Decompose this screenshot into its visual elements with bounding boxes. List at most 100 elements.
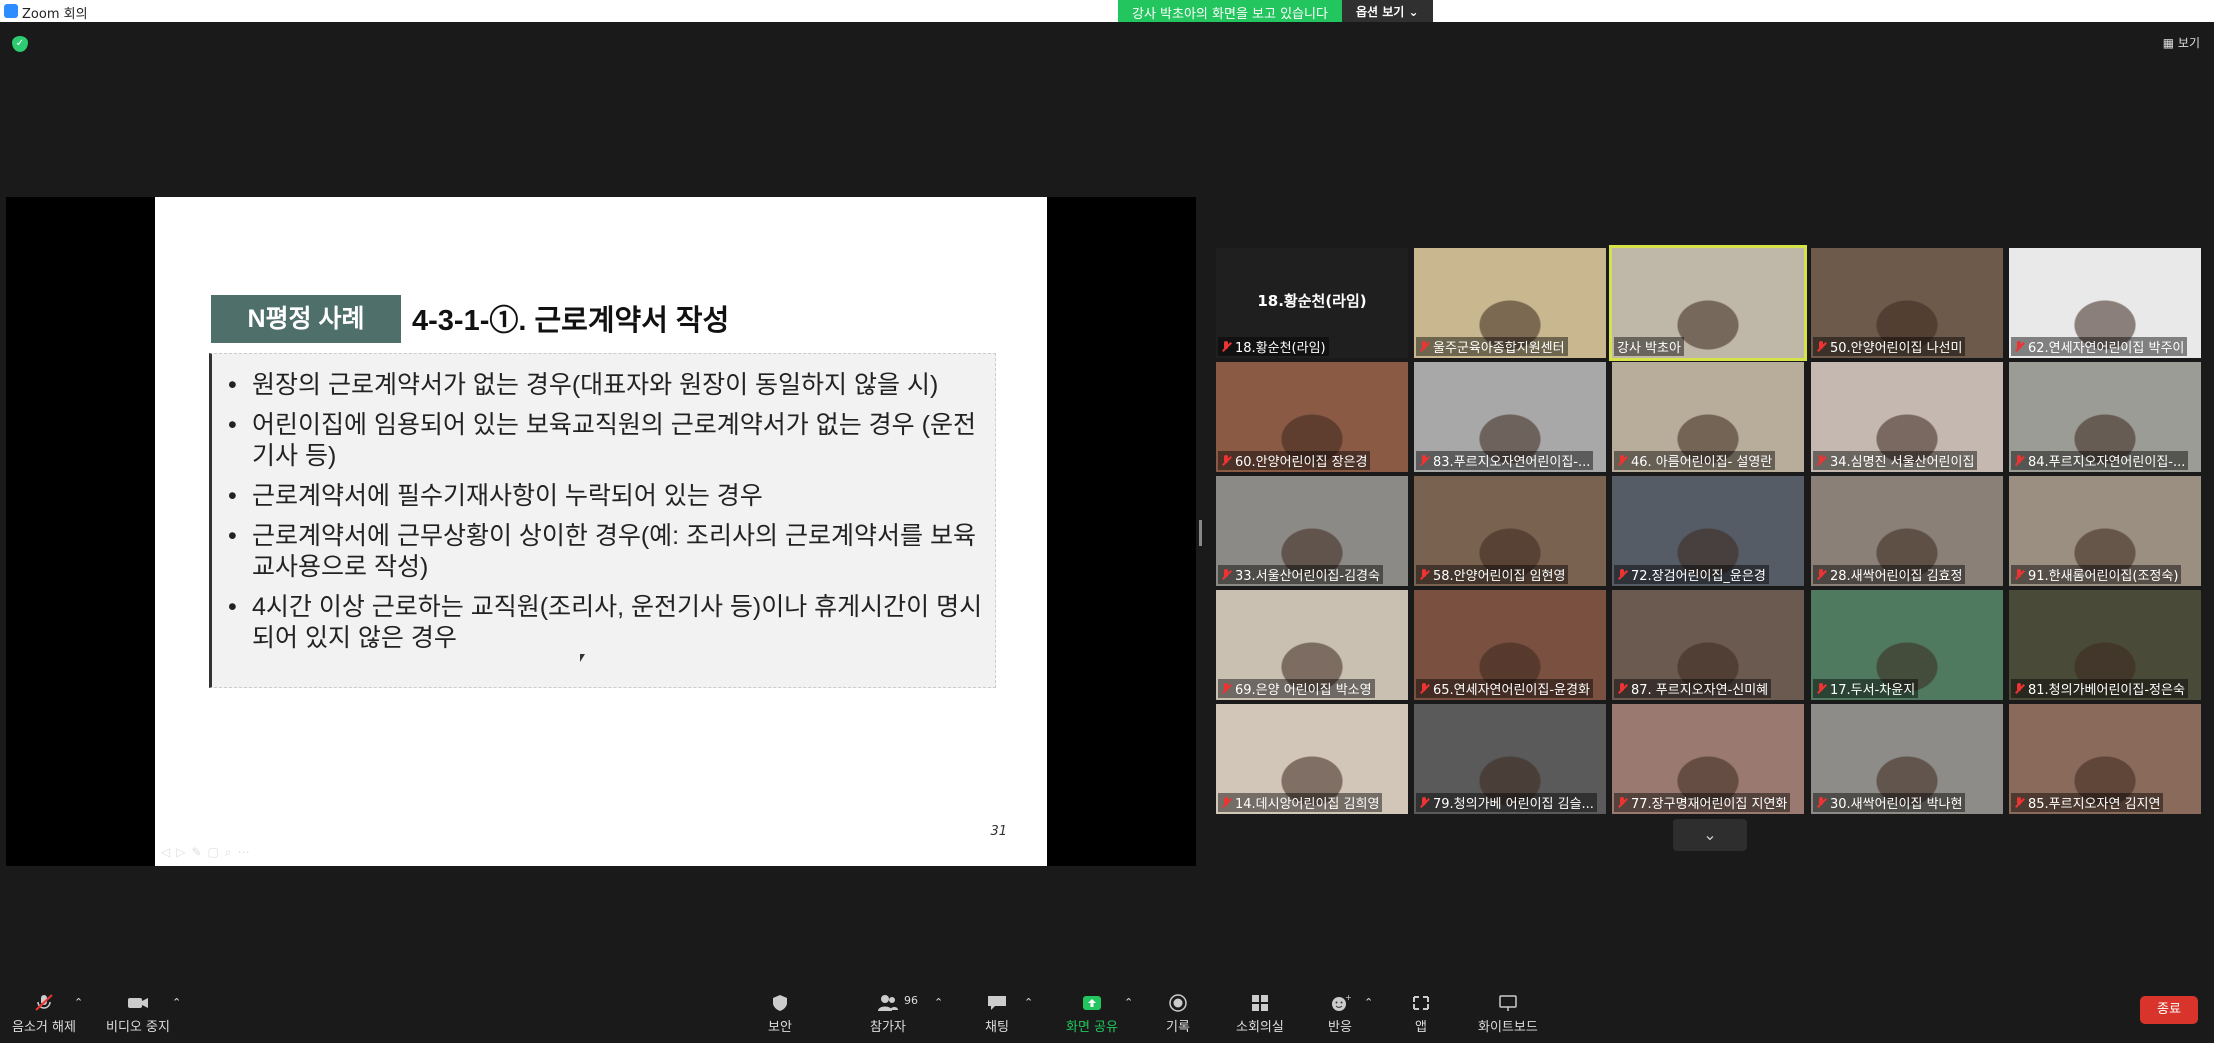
muted-mic-icon <box>1816 568 1826 581</box>
participant-video-tile[interactable]: 60.안양어린이집 장은경 <box>1216 362 1408 472</box>
reactions-label: 반응 <box>1328 1020 1352 1035</box>
participant-center-name: 18.황순천(라임) <box>1257 292 1367 310</box>
participant-video-tile[interactable]: 79.청의가베 어린이집 김슬... <box>1414 704 1606 814</box>
window-title: Zoom 회의 <box>22 7 88 22</box>
participant-video-tile[interactable]: 83.푸르지오자연어린이집-... <box>1414 362 1606 472</box>
participant-video-tile[interactable]: 33.서울산어린이집-김경숙 <box>1216 476 1408 586</box>
reactions-options-caret-icon[interactable]: ⌃ <box>1364 996 1373 1009</box>
participant-video-tile[interactable]: 58.안양어린이집 임현영 <box>1414 476 1606 586</box>
muted-mic-icon <box>2014 682 2024 695</box>
participant-name: 69.은양 어린이집 박소영 <box>1235 683 1372 698</box>
participant-name: 65.연세자연어린이집-윤경화 <box>1433 683 1590 698</box>
muted-mic-icon <box>1221 340 1231 353</box>
participant-video-tile[interactable]: 65.연세자연어린이집-윤경화 <box>1414 590 1606 700</box>
audio-options-caret-icon[interactable]: ⌃ <box>74 996 83 1009</box>
unmute-button[interactable]: 음소거 해제 <box>12 994 76 1035</box>
breakout-rooms-button[interactable]: 소회의실 <box>1236 994 1284 1035</box>
view-button[interactable]: ▦ 보기 <box>2163 34 2200 51</box>
muted-mic-icon <box>2014 340 2024 353</box>
video-options-caret-icon[interactable]: ⌃ <box>172 996 181 1009</box>
participant-name: 46. 아름어린이집- 설영란 <box>1631 455 1773 470</box>
breakout-rooms-label: 소회의실 <box>1236 1020 1284 1035</box>
view-button-label: 보기 <box>2177 36 2200 50</box>
stop-video-label: 비디오 중지 <box>106 1020 170 1035</box>
stop-video-button[interactable]: 비디오 중지 <box>106 994 170 1035</box>
participant-name: 85.푸르지오자연 김지연 <box>2028 797 2161 812</box>
share-options-caret-icon[interactable]: ⌃ <box>1124 996 1133 1009</box>
whiteboard-icon <box>1497 994 1519 1012</box>
participant-name-label: 81.청의가베어린이집-정은숙 <box>2011 679 2188 698</box>
slide-controls[interactable]: ◁▷✎▢⌕⋯ <box>161 845 256 860</box>
chat-button[interactable]: 채팅 <box>985 994 1009 1035</box>
muted-mic-icon <box>1419 568 1429 581</box>
participant-name: 50.안양어린이집 나선미 <box>1830 341 1963 356</box>
share-banner: 강사 박초아의 화면을 보고 있습니다 옵션 보기 ⌄ <box>1118 0 1433 22</box>
record-button[interactable]: 기록 <box>1166 994 1190 1035</box>
participant-name-label: 85.푸르지오자연 김지연 <box>2011 793 2164 812</box>
participant-name-label: 울주군육아종합지원센터 <box>1416 337 1568 356</box>
svg-text:+: + <box>1345 994 1351 1002</box>
participant-video-tile[interactable]: 46. 아름어린이집- 설영란 <box>1612 362 1804 472</box>
participant-name-label: 18.황순천(라임) <box>1218 337 1329 356</box>
participant-video-tile[interactable]: 울주군육아종합지원센터 <box>1414 248 1606 358</box>
participant-name: 72.장검어린이집_윤은경 <box>1631 569 1766 584</box>
participants-options-caret-icon[interactable]: ⌃ <box>934 996 943 1009</box>
more-participants-chevron-icon[interactable]: ⌄ <box>1673 819 1747 851</box>
slide-bullet: 4시간 이상 근로하는 교직원(조리사, 운전기사 등)이나 휴게시간이 명시되… <box>224 592 983 654</box>
participant-video-tile[interactable]: 17.두서-차윤지 <box>1811 590 2003 700</box>
participant-video-tile[interactable]: 18.황순천(라임) 18.황순천(라임) <box>1216 248 1408 358</box>
view-options-button[interactable]: 옵션 보기 ⌄ <box>1341 0 1433 22</box>
participant-video-tile[interactable]: 72.장검어린이집_윤은경 <box>1612 476 1804 586</box>
muted-mic-icon <box>1816 682 1826 695</box>
participant-name-label: 87. 푸르지오자연-신미혜 <box>1614 679 1772 698</box>
participant-name: 17.두서-차윤지 <box>1830 683 1916 698</box>
participants-button[interactable]: 참가자 <box>870 994 906 1035</box>
panel-splitter-handle[interactable] <box>1199 520 1202 546</box>
participant-name-label: 50.안양어린이집 나선미 <box>1813 337 1966 356</box>
participant-name: 14.데시앙어린이집 김희영 <box>1235 797 1380 812</box>
participant-video-tile[interactable]: 14.데시앙어린이집 김희영 <box>1216 704 1408 814</box>
chat-label: 채팅 <box>985 1020 1009 1035</box>
participant-video-tile[interactable]: 91.한새롬어린이집(조정숙) <box>2009 476 2201 586</box>
end-meeting-button[interactable]: 종료 <box>2140 996 2198 1024</box>
muted-mic-icon <box>1816 340 1826 353</box>
participant-name-label: 60.안양어린이집 장은경 <box>1218 451 1371 470</box>
security-shield-icon[interactable]: ✓ <box>12 36 28 52</box>
whiteboard-button[interactable]: 화이트보드 <box>1478 994 1538 1035</box>
participant-name: 33.서울산어린이집-김경숙 <box>1235 569 1380 584</box>
participant-name-label: 62.연세자연어린이집 박주이 <box>2011 337 2188 356</box>
participant-name: 87. 푸르지오자연-신미혜 <box>1631 683 1769 698</box>
share-screen-button[interactable]: 화면 공유 <box>1066 994 1118 1035</box>
participant-video-tile[interactable]: 87. 푸르지오자연-신미혜 <box>1612 590 1804 700</box>
participant-video-tile[interactable]: 50.안양어린이집 나선미 <box>1811 248 2003 358</box>
reactions-button[interactable]: + 반응 <box>1328 993 1352 1035</box>
participants-icon <box>877 994 899 1012</box>
participant-video-tile[interactable]: 77.장구명재어린이집 지연화 <box>1612 704 1804 814</box>
security-button[interactable]: 보안 <box>768 994 792 1035</box>
shield-icon <box>769 994 791 1012</box>
muted-mic-icon <box>1419 340 1429 353</box>
participant-video-tile[interactable]: 81.청의가베어린이집-정은숙 <box>2009 590 2201 700</box>
whiteboard-label: 화이트보드 <box>1478 1020 1538 1035</box>
participant-video-tile[interactable]: 84.푸르지오자연어린이집-... <box>2009 362 2201 472</box>
participant-video-tile[interactable]: 85.푸르지오자연 김지연 <box>2009 704 2201 814</box>
security-label: 보안 <box>768 1020 792 1035</box>
participant-video-tile[interactable]: 69.은양 어린이집 박소영 <box>1216 590 1408 700</box>
participant-video-tile[interactable]: 강사 박초아 <box>1609 245 1807 361</box>
chat-options-caret-icon[interactable]: ⌃ <box>1024 996 1033 1009</box>
participant-name-label: 30.새싹어린이집 박나현 <box>1813 793 1966 812</box>
participant-video-tile[interactable]: 34.심명진 서울산어린이집 <box>1811 362 2003 472</box>
participant-video-tile[interactable]: 30.새싹어린이집 박나현 <box>1811 704 2003 814</box>
participant-name-label: 33.서울산어린이집-김경숙 <box>1218 565 1383 584</box>
participant-name-label: 77.장구명재어린이집 지연화 <box>1614 793 1791 812</box>
participant-name-label: 83.푸르지오자연어린이집-... <box>1416 451 1594 470</box>
apps-button[interactable]: 앱 <box>1410 994 1432 1035</box>
unmute-label: 음소거 해제 <box>12 1020 76 1035</box>
participant-name: 강사 박초아 <box>1617 341 1681 356</box>
participant-video-tile[interactable]: 28.새싹어린이집 김효정 <box>1811 476 2003 586</box>
participant-name-label: 65.연세자연어린이집-윤경화 <box>1416 679 1593 698</box>
apps-label: 앱 <box>1415 1020 1427 1035</box>
participant-video-tile[interactable]: 62.연세자연어린이집 박주이 <box>2009 248 2201 358</box>
slide-bullet: 원장의 근로계약서가 없는 경우(대표자와 원장이 동일하지 않을 시) <box>224 370 983 401</box>
slide-content-box: 원장의 근로계약서가 없는 경우(대표자와 원장이 동일하지 않을 시) 어린이… <box>209 353 996 688</box>
